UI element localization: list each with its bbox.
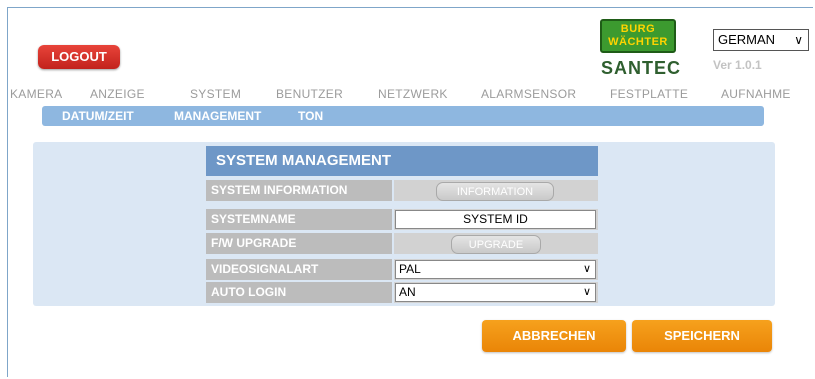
logout-button[interactable]: LOGOUT — [38, 45, 120, 69]
row-value: UPGRADE — [394, 233, 598, 254]
row-system-information: SYSTEM INFORMATION INFORMATION — [206, 180, 598, 201]
burg-waechter-logo: BURG WÄCHTER — [600, 19, 676, 53]
row-videosignalart: VIDEOSIGNALART PAL ∨ — [206, 259, 598, 280]
cancel-button[interactable]: ABBRECHEN — [482, 320, 626, 352]
row-value: SYSTEM ID — [394, 209, 598, 230]
row-auto-login: AUTO LOGIN AN ∨ — [206, 282, 598, 303]
select-value: PAL — [399, 262, 421, 276]
chevron-down-icon: ∨ — [794, 33, 803, 47]
nav-item-alarmsensor[interactable]: ALARMSENSOR — [481, 87, 576, 101]
logo-line-2: WÄCHTER — [608, 36, 668, 48]
row-fw-upgrade: F/W UPGRADE UPGRADE — [206, 233, 598, 254]
systemname-input[interactable]: SYSTEM ID — [395, 210, 596, 229]
row-systemname: SYSTEMNAME SYSTEM ID — [206, 209, 598, 230]
chevron-down-icon: ∨ — [582, 286, 591, 298]
nav-item-kamera[interactable]: KAMERA — [10, 87, 62, 101]
subnav-item-ton[interactable]: TON — [298, 109, 323, 123]
nav-item-benutzer[interactable]: BENUTZER — [276, 87, 343, 101]
row-value: PAL ∨ — [394, 259, 598, 280]
select-value: AN — [399, 285, 416, 299]
subnav-item-datum-zeit[interactable]: DATUM/ZEIT — [62, 109, 134, 123]
nav-item-festplatte[interactable]: FESTPLATTE — [610, 87, 688, 101]
auto-login-select[interactable]: AN ∨ — [395, 283, 596, 302]
nav-item-netzwerk[interactable]: NETZWERK — [378, 87, 448, 101]
santec-logo: SANTEC — [600, 58, 681, 78]
main-nav: KAMERA ANZEIGE SYSTEM BENUTZER NETZWERK … — [0, 87, 815, 103]
information-button[interactable]: INFORMATION — [436, 182, 554, 201]
row-label: F/W UPGRADE — [206, 233, 392, 254]
nav-item-system[interactable]: SYSTEM — [190, 87, 241, 101]
save-button[interactable]: SPEICHERN — [632, 320, 772, 352]
row-value: AN ∨ — [394, 282, 598, 303]
language-value: GERMAN — [718, 32, 776, 47]
nav-item-anzeige[interactable]: ANZEIGE — [90, 87, 145, 101]
row-label: VIDEOSIGNALART — [206, 259, 392, 280]
row-label: SYSTEMNAME — [206, 209, 392, 230]
videosignalart-select[interactable]: PAL ∨ — [395, 260, 596, 279]
sub-nav: DATUM/ZEIT MANAGEMENT TON — [42, 106, 764, 126]
language-select[interactable]: GERMAN ∨ — [713, 29, 809, 51]
row-label: SYSTEM INFORMATION — [206, 180, 392, 201]
upgrade-button[interactable]: UPGRADE — [451, 235, 541, 254]
version-label: Ver 1.0.1 — [713, 58, 762, 72]
logo-line-1: BURG — [620, 23, 656, 35]
row-value: INFORMATION — [394, 180, 598, 201]
row-label: AUTO LOGIN — [206, 282, 392, 303]
subnav-item-management[interactable]: MANAGEMENT — [174, 109, 261, 123]
chevron-down-icon: ∨ — [582, 263, 591, 275]
nav-item-aufnahme[interactable]: AUFNAHME — [721, 87, 791, 101]
page-title: SYSTEM MANAGEMENT — [206, 146, 598, 176]
